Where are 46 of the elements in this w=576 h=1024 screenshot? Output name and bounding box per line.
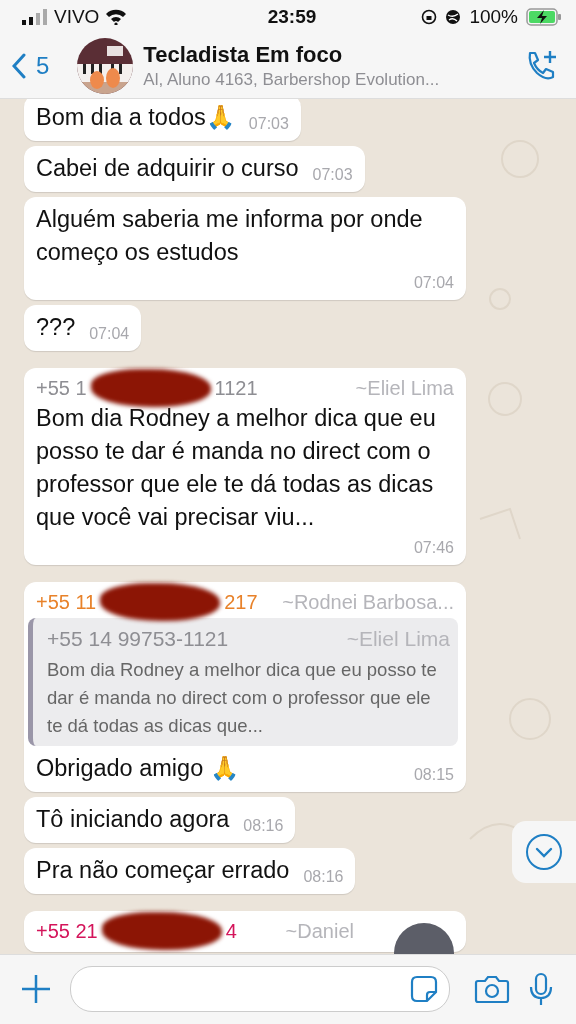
back-button[interactable]: 5 [12,52,50,80]
message-time: 08:15 [412,765,454,785]
sender-number: 217 [224,590,258,615]
sender-name: ~Rodnei Barbosa... [281,590,454,615]
message-time: 07:04 [412,273,454,293]
message-input[interactable] [70,966,450,1012]
sender-name: ~Daniel [284,919,354,944]
rotation-lock-icon [421,9,438,25]
message-text: Alguém saberia me informa por onde começo os estudos [36,205,424,267]
signal-icon [22,9,48,25]
message-text: Tô iniciando agora [36,805,230,834]
sender-number: +55 11 [36,590,97,615]
sender-name: ~Eliel Lima [354,376,454,401]
message-time: 08:16 [302,867,344,887]
sender-number: +55 1 [36,376,87,401]
add-icon[interactable] [20,973,52,1005]
globe-icon [445,9,462,25]
clock-time: 23:59 [267,6,317,28]
message-time: 07:03 [247,114,289,134]
message-time: 07:04 [88,324,130,344]
chat-title: Tecladista Em foco [143,42,344,68]
microphone-icon[interactable] [528,972,554,1006]
battery-charging-icon [526,8,562,26]
quoted-text: Bom dia Rodney a melhor dica que eu posso te dar é manda no direct com o professor que ele te dá todas as dicas que... [47,658,438,738]
chevron-down-icon [525,833,563,871]
carrier-name: VIVO [54,6,100,28]
sender-number: 4 [225,919,237,944]
message-time: 07:03 [311,165,353,185]
chat-members: Al, Aluno 4163, Barbershop Evolution... [143,70,441,90]
quoted-sender-number: +55 14 99753-1121 [47,626,229,652]
sticker-icon[interactable] [409,974,439,1004]
sender-number: +55 21 [36,919,98,944]
camera-icon[interactable] [474,974,510,1004]
message-time: 07:46 [412,538,454,558]
battery-percent: 100% [469,6,518,28]
scroll-down-button[interactable] [512,821,576,883]
message-time: 08:16 [242,816,284,836]
message-text: ??? [36,313,76,342]
message-text: Bom dia Rodney a melhor dica que eu posso te dar é manda no direct com o professor que ele te dá todas as dicas que você vai precisar viu... [36,404,437,532]
back-icon [12,53,26,79]
message-text: Cabei de adquirir o curso [36,154,299,183]
wifi-icon [105,9,128,25]
message-text: Obrigado amigo 🙏 [36,754,239,783]
sender-number: 1121 [214,376,258,401]
message-text: Pra não começar errado [36,856,290,885]
message-text: Bom dia a todos🙏 [36,103,235,132]
